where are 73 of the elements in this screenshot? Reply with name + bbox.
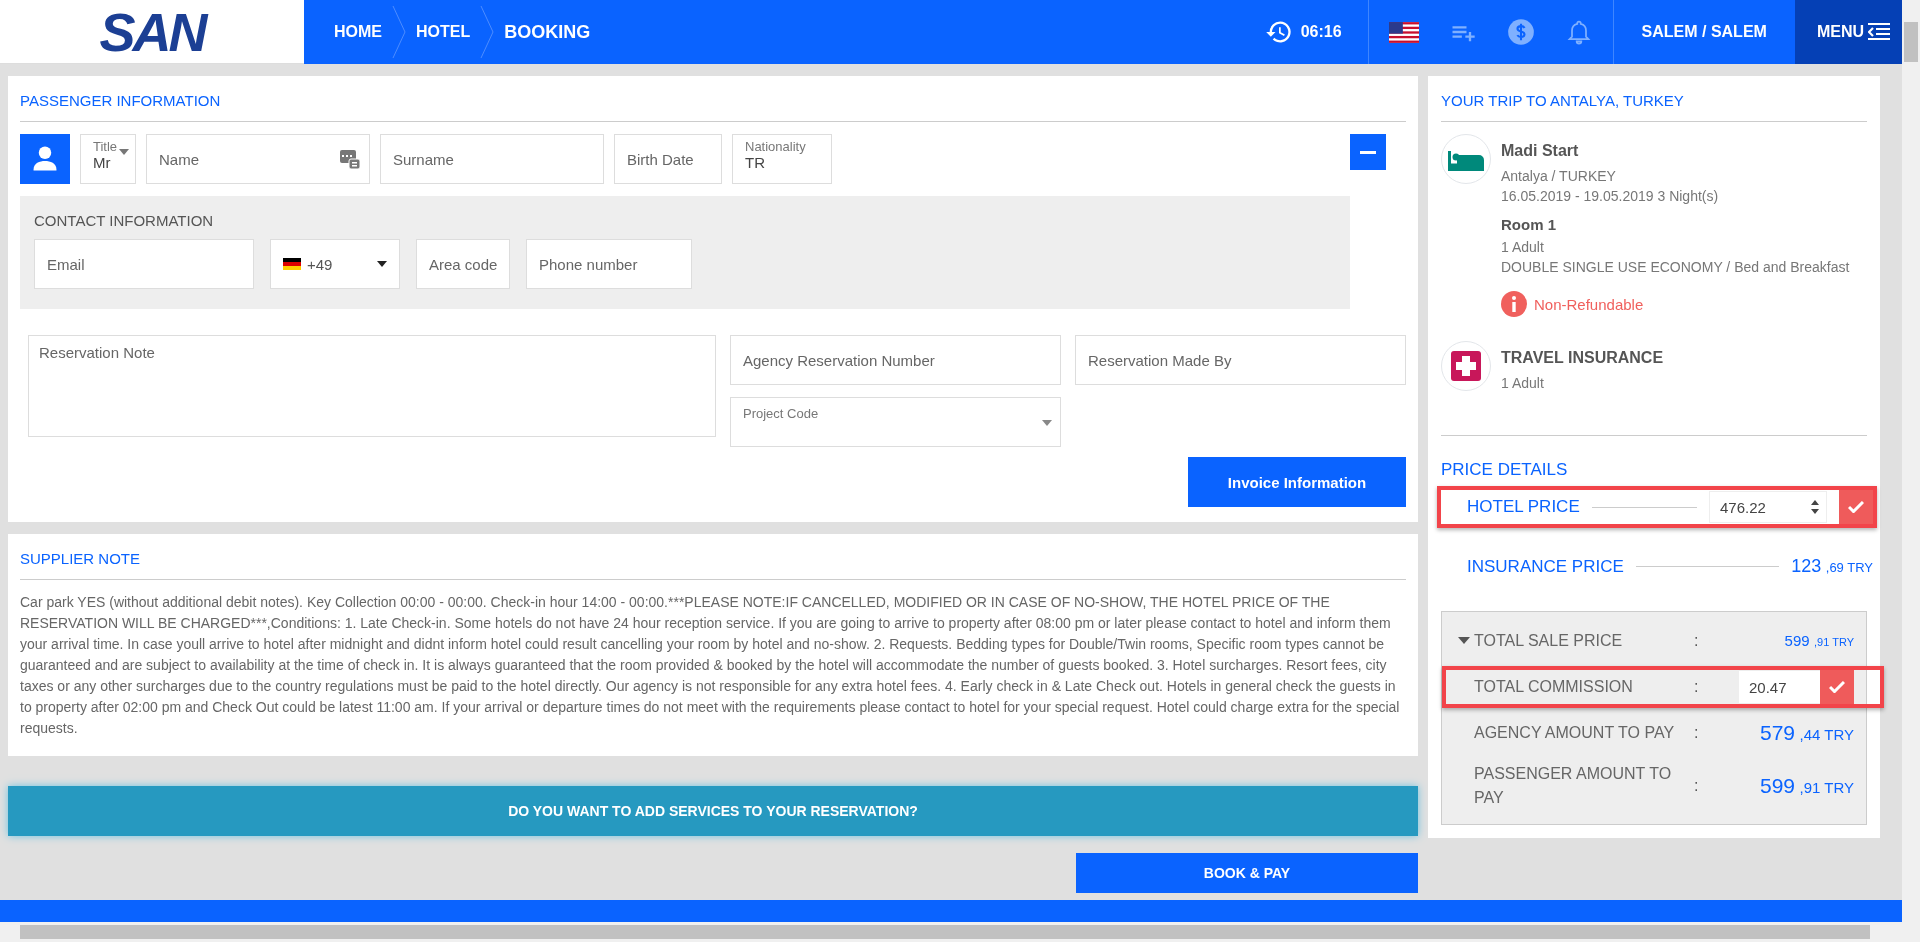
nationality-field[interactable]: Nationality TR (732, 134, 832, 184)
refund-policy-label: Non-Refundable (1534, 295, 1644, 313)
project-code-select[interactable]: Project Code (730, 397, 1061, 447)
section-title: SUPPLIER NOTE (20, 550, 1406, 580)
add-services-button[interactable]: DO YOU WANT TO ADD SERVICES TO YOUR RESERVATION? (8, 786, 1418, 836)
contact-title: CONTACT INFORMATION (34, 212, 215, 229)
title-select[interactable]: Title Mr (80, 134, 136, 184)
summary-amount: 599 ,91 TRY (1783, 632, 1854, 650)
horizontal-scrollbar[interactable] (0, 922, 1920, 942)
price-amount: 123 ,69 TRY (1791, 556, 1873, 577)
email-field[interactable]: Email (34, 239, 254, 289)
section-title: YOUR TRIP TO ANTALYA, TURKEY (1441, 92, 1867, 122)
person-icon (20, 134, 70, 184)
dollar-icon[interactable] (1506, 18, 1535, 46)
surname-field[interactable]: Surname (380, 134, 604, 184)
caret-icon[interactable] (1458, 637, 1470, 644)
area-code-field[interactable]: Area code (416, 239, 510, 289)
summary-label: TOTAL SALE PRICE (1474, 631, 1623, 651)
separator: : (1694, 632, 1700, 650)
german-flag-icon (283, 258, 301, 270)
user-menu-link[interactable]: SALEM / SALEM (1633, 23, 1775, 41)
breadcrumb-link[interactable]: HOTEL (406, 23, 481, 41)
summary-label: TOTAL COMMISSION (1474, 677, 1633, 697)
separator: : (1694, 777, 1700, 795)
book-and-pay-button[interactable]: BOOK & PAY (1076, 853, 1418, 893)
supplier-note-text: Car park YES (without additional debit notes). Key Collection 00:00 - 00:00. Check-in hour 14:00 - 00:00.***PLEASE NOTE:IF CANCELLED, MODIFIED OR IN CASE OF NO-SHOW, THE HOTEL PRICE OF THE RESERVATION WILL BE CHARGED***,Conditions: 1. Late Check-in. Some hotels do not have 24 hour reception service. If you are going to arrive to property after 08:00 pm or later please contact to hotel and inform them your arrival time. In case youll arrive to hotel after midnight and didnt inform hotel could result cancelling your room by hotel and no-show. 2. Requests. Bedding types for Double/Twin rooms, Specific room types cannot be guaranteed and are subject to availability at the time of check in. It is always guaranteed that the room provided & booked by the hotel will accommodate the number of guests booked. 3. Hotel surcharges. Resort fees, city taxes or any other surcharges due to the country regulations must be paid to the hotel directly. Our agency is not responsible for any extra hotel fees. 4. Early check in & Late Check out. Hotels in general check the guests in to property after 02:00 pm and Check Out could be latest 11:00 am. If your arrival or departure times do not meet with the requirements please contact to hotel for your special request. Hotel could charge extra for the special requests. (20, 593, 1401, 738)
menu-button[interactable]: MENU (1794, 0, 1902, 64)
remove-passenger-button[interactable] (1350, 134, 1386, 170)
agency-reservation-number-field[interactable]: Agency Reservation Number (730, 335, 1061, 385)
trip-item-detail: 1 Adult (1501, 374, 1545, 393)
reservation-note-field[interactable]: Reservation Note (28, 335, 716, 437)
card-icon[interactable] (340, 149, 360, 169)
us-flag-icon[interactable] (1388, 21, 1419, 43)
trip-item-name: Madi Start (1501, 142, 1580, 160)
trip-item-detail: 16.05.2019 - 19.05.2019 3 Night(s) (1501, 187, 1720, 206)
checkmark-icon[interactable] (1848, 501, 1864, 513)
summary-label: PASSENGER AMOUNT TO PAY (1474, 764, 1673, 808)
breadcrumb-link[interactable]: BOOKING (494, 21, 601, 43)
summary-amount: 579 ,44 TRY (1759, 721, 1854, 745)
trip-item-name: TRAVEL INSURANCE (1501, 349, 1664, 367)
separator: : (1694, 678, 1700, 696)
trip-item-detail: Antalya / TURKEY (1501, 167, 1617, 186)
logo[interactable]: SAN (99, 0, 205, 63)
spinner-arrows-icon[interactable] (1810, 500, 1820, 514)
section-title: PASSENGER INFORMATION (20, 92, 1406, 122)
bed-icon (1441, 134, 1491, 184)
reservation-made-by-field[interactable]: Reservation Made By (1075, 335, 1406, 385)
summary-amount: 599 ,91 TRY (1759, 774, 1854, 798)
breadcrumb-link[interactable]: HOME (324, 23, 392, 41)
vertical-scrollbar[interactable] (1902, 0, 1920, 922)
dropdown-arrow-icon[interactable] (377, 261, 387, 267)
summary-label: AGENCY AMOUNT TO PAY (1474, 723, 1675, 743)
invoice-information-button[interactable]: Invoice Information (1188, 457, 1406, 507)
phone-code-select[interactable]: +49 (270, 239, 400, 289)
birth-date-field[interactable]: Birth Date (614, 134, 722, 184)
hotel-price-field[interactable]: 476.22 (1709, 491, 1827, 523)
confirm-button[interactable] (1839, 490, 1873, 524)
menu-icon[interactable] (1868, 22, 1890, 42)
info-icon (1501, 291, 1527, 317)
price-label: HOTEL PRICE (1467, 497, 1580, 517)
medical-cross-icon (1441, 341, 1491, 391)
room-detail: 1 Adult (1501, 238, 1545, 257)
session-timer: 06:16 (1300, 23, 1342, 41)
price-label: INSURANCE PRICE (1467, 556, 1624, 577)
price-details-title: PRICE DETAILS (1441, 460, 1569, 480)
checkmark-icon[interactable] (1829, 681, 1845, 693)
separator: : (1694, 724, 1700, 742)
room-title: Room 1 (1501, 216, 1557, 233)
confirm-button[interactable] (1820, 670, 1854, 704)
phone-number-field[interactable]: Phone number (526, 239, 692, 289)
commission-field[interactable]: 20.47 (1739, 671, 1820, 703)
room-detail: DOUBLE SINGLE USE ECONOMY / Bed and Breakfast (1501, 258, 1850, 277)
name-field[interactable]: Name (146, 134, 370, 184)
